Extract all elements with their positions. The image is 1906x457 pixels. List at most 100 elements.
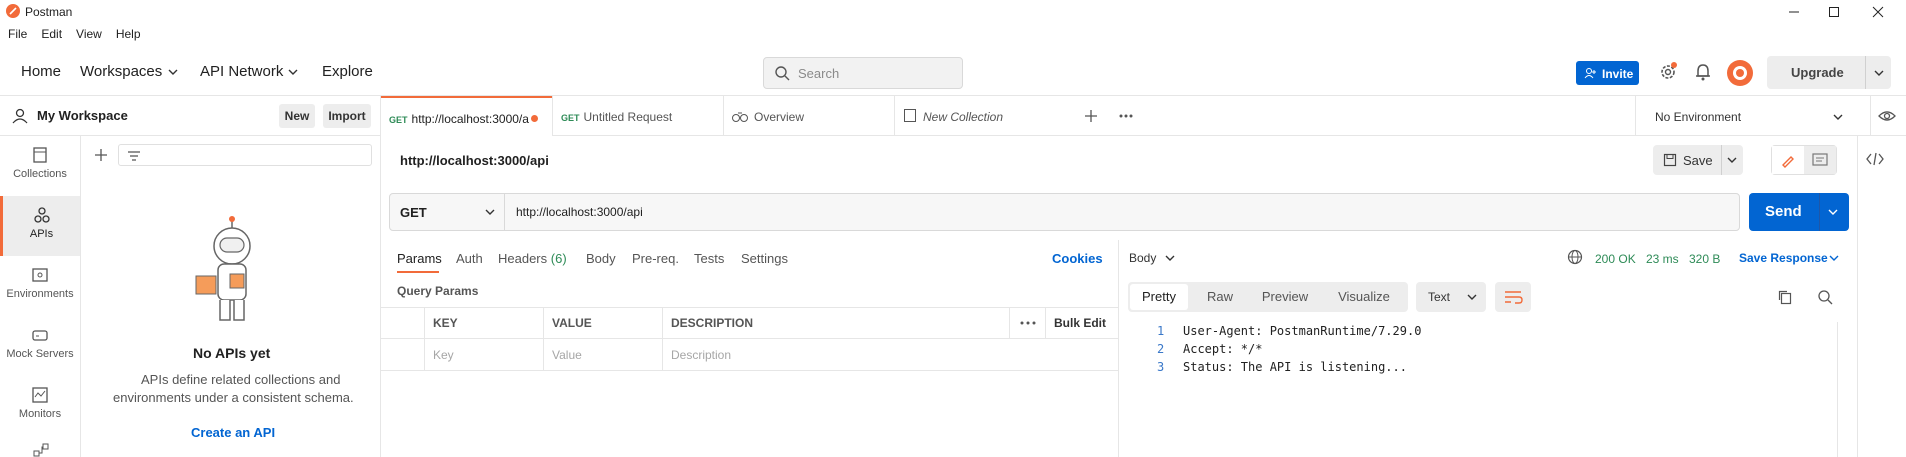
avatar[interactable] (1727, 60, 1753, 86)
sidebar-icon-rail: Collections APIs Environments Mock Serve… (0, 136, 81, 457)
environment-selector[interactable]: No Environment (1655, 110, 1741, 124)
upgrade-chevron-down-icon[interactable] (1873, 67, 1885, 79)
body-chevron-down-icon[interactable] (1164, 252, 1176, 264)
tab-headers[interactable]: Headers (6) (498, 251, 567, 266)
response-body-select[interactable]: Body (1129, 251, 1156, 265)
menu-edit[interactable]: Edit (41, 27, 62, 41)
workspaces-chevron-down-icon (167, 66, 179, 78)
value-input[interactable]: Value (544, 339, 663, 371)
edit-pencil-icon[interactable] (1772, 146, 1804, 174)
method-chevron-down-icon (484, 206, 496, 218)
method-select[interactable]: GET (390, 194, 505, 230)
sidebar-item-environments[interactable]: Environments (0, 256, 80, 316)
description-input[interactable]: Description (663, 339, 1118, 371)
format-select[interactable]: Text (1416, 282, 1486, 312)
nav-explore[interactable]: Explore (322, 63, 373, 80)
response-size[interactable]: 320 B (1689, 252, 1720, 266)
save-response-button[interactable]: Save Response (1739, 251, 1828, 265)
sidebar-item-collections[interactable]: Collections (0, 136, 80, 196)
globe-icon[interactable] (1567, 249, 1583, 265)
view-tab-preview[interactable]: Preview (1250, 282, 1320, 312)
astronaut-illustration-icon (190, 216, 270, 326)
view-tab-visualize[interactable]: Visualize (1324, 282, 1404, 312)
nav-home[interactable]: Home (21, 63, 61, 80)
tab-pre-request[interactable]: Pre-req. (632, 251, 679, 266)
key-input[interactable]: Key (425, 339, 544, 371)
new-tab-plus-icon[interactable] (1084, 109, 1098, 123)
bulk-edit-button[interactable]: Bulk Edit (1046, 307, 1118, 339)
tab-bar: GET http://localhost:3000/a GET Untitled R… (381, 96, 1906, 136)
tab-body[interactable]: Body (586, 251, 616, 266)
send-divider (1819, 193, 1820, 231)
sidebar-item-mock-servers[interactable]: Mock Servers (0, 316, 80, 376)
sidebar-item-monitors[interactable]: Monitors (0, 376, 80, 436)
nav-api-network[interactable]: API Network (200, 63, 283, 80)
flows-icon[interactable] (32, 442, 50, 457)
menu-help[interactable]: Help (116, 27, 141, 41)
save-icon (1663, 153, 1677, 167)
wrap-lines-icon[interactable] (1495, 282, 1531, 312)
response-time[interactable]: 23 ms (1646, 252, 1679, 266)
menu-file[interactable]: File (8, 27, 27, 41)
workspace-row: My Workspace New Import (0, 96, 381, 136)
code-snippet-icon[interactable] (1866, 152, 1884, 166)
response-search-icon[interactable] (1817, 289, 1833, 305)
code-line: Status: The API is listening... (1183, 360, 1407, 374)
import-button[interactable]: Import (323, 104, 371, 128)
table-row-checkbox (381, 339, 425, 371)
upgrade-button[interactable]: Upgrade (1767, 56, 1891, 89)
table-checkbox-column (381, 307, 425, 339)
env-divider (1635, 96, 1636, 136)
send-button[interactable]: Send (1749, 193, 1849, 231)
view-tab-pretty[interactable]: Pretty (1130, 282, 1188, 312)
minimize-button[interactable] (1786, 4, 1802, 20)
send-chevron-down-icon[interactable] (1827, 206, 1839, 218)
notifications-bell-icon[interactable] (1694, 62, 1712, 82)
comments-icon[interactable] (1804, 146, 1836, 174)
status-badge[interactable]: 200 OK (1595, 252, 1636, 266)
workspace-name[interactable]: My Workspace (37, 108, 128, 123)
overview-icon (732, 109, 748, 123)
url-input[interactable]: http://localhost:3000/api (516, 205, 643, 219)
empty-state-text-2: environments under a consistent schema. (113, 390, 354, 405)
save-button[interactable]: Save (1653, 145, 1743, 175)
more-tabs-icon[interactable] (1118, 109, 1134, 123)
copy-icon[interactable] (1777, 289, 1793, 305)
sidebar-item-apis[interactable]: APIs (0, 196, 80, 256)
column-description: DESCRIPTION (663, 307, 1010, 339)
tab-params[interactable]: Params (397, 251, 442, 266)
nav-workspaces[interactable]: Workspaces (80, 63, 162, 80)
tab-untitled-request[interactable]: GET Untitled Request (552, 96, 723, 136)
api-network-chevron-down-icon (287, 66, 299, 78)
view-tab-raw[interactable]: Raw (1192, 282, 1248, 312)
tab-tests[interactable]: Tests (694, 251, 724, 266)
code-line: Accept: */* (1183, 342, 1263, 356)
save-chevron-down-icon[interactable] (1726, 154, 1738, 166)
response-scrollbar[interactable] (1837, 322, 1849, 457)
create-api-link[interactable]: Create an API (191, 425, 275, 440)
add-icon[interactable] (94, 148, 108, 162)
search-input[interactable]: Search (763, 57, 963, 89)
response-pane: Body 200 OK 23 ms 320 B Save Response Pr… (1118, 240, 1906, 457)
response-view-tabs: Pretty Raw Preview Visualize (1128, 282, 1408, 312)
tab-overview[interactable]: Overview (723, 96, 894, 136)
menu-view[interactable]: View (76, 27, 102, 41)
settings-gear-icon[interactable] (1658, 62, 1678, 82)
environment-eye-icon[interactable] (1878, 108, 1896, 124)
filter-input[interactable] (118, 144, 372, 166)
maximize-button[interactable] (1826, 4, 1842, 20)
tab-auth[interactable]: Auth (456, 251, 483, 266)
tab-new-collection[interactable]: New Collection (894, 96, 1065, 136)
tab-request-localhost[interactable]: GET http://localhost:3000/a (381, 96, 552, 136)
new-button[interactable]: New (279, 104, 315, 128)
view-mode-toggle (1771, 145, 1837, 175)
save-response-chevron-down-icon[interactable] (1828, 252, 1840, 264)
request-title[interactable]: http://localhost:3000/api (400, 153, 549, 168)
tab-settings[interactable]: Settings (741, 251, 788, 266)
cookies-link[interactable]: Cookies (1052, 251, 1103, 266)
invite-button[interactable]: Invite (1576, 61, 1639, 85)
unsaved-dot-icon (531, 115, 538, 122)
environment-chevron-down-icon[interactable] (1832, 111, 1844, 123)
close-button[interactable] (1870, 4, 1886, 20)
table-more-options-icon[interactable] (1010, 307, 1046, 339)
